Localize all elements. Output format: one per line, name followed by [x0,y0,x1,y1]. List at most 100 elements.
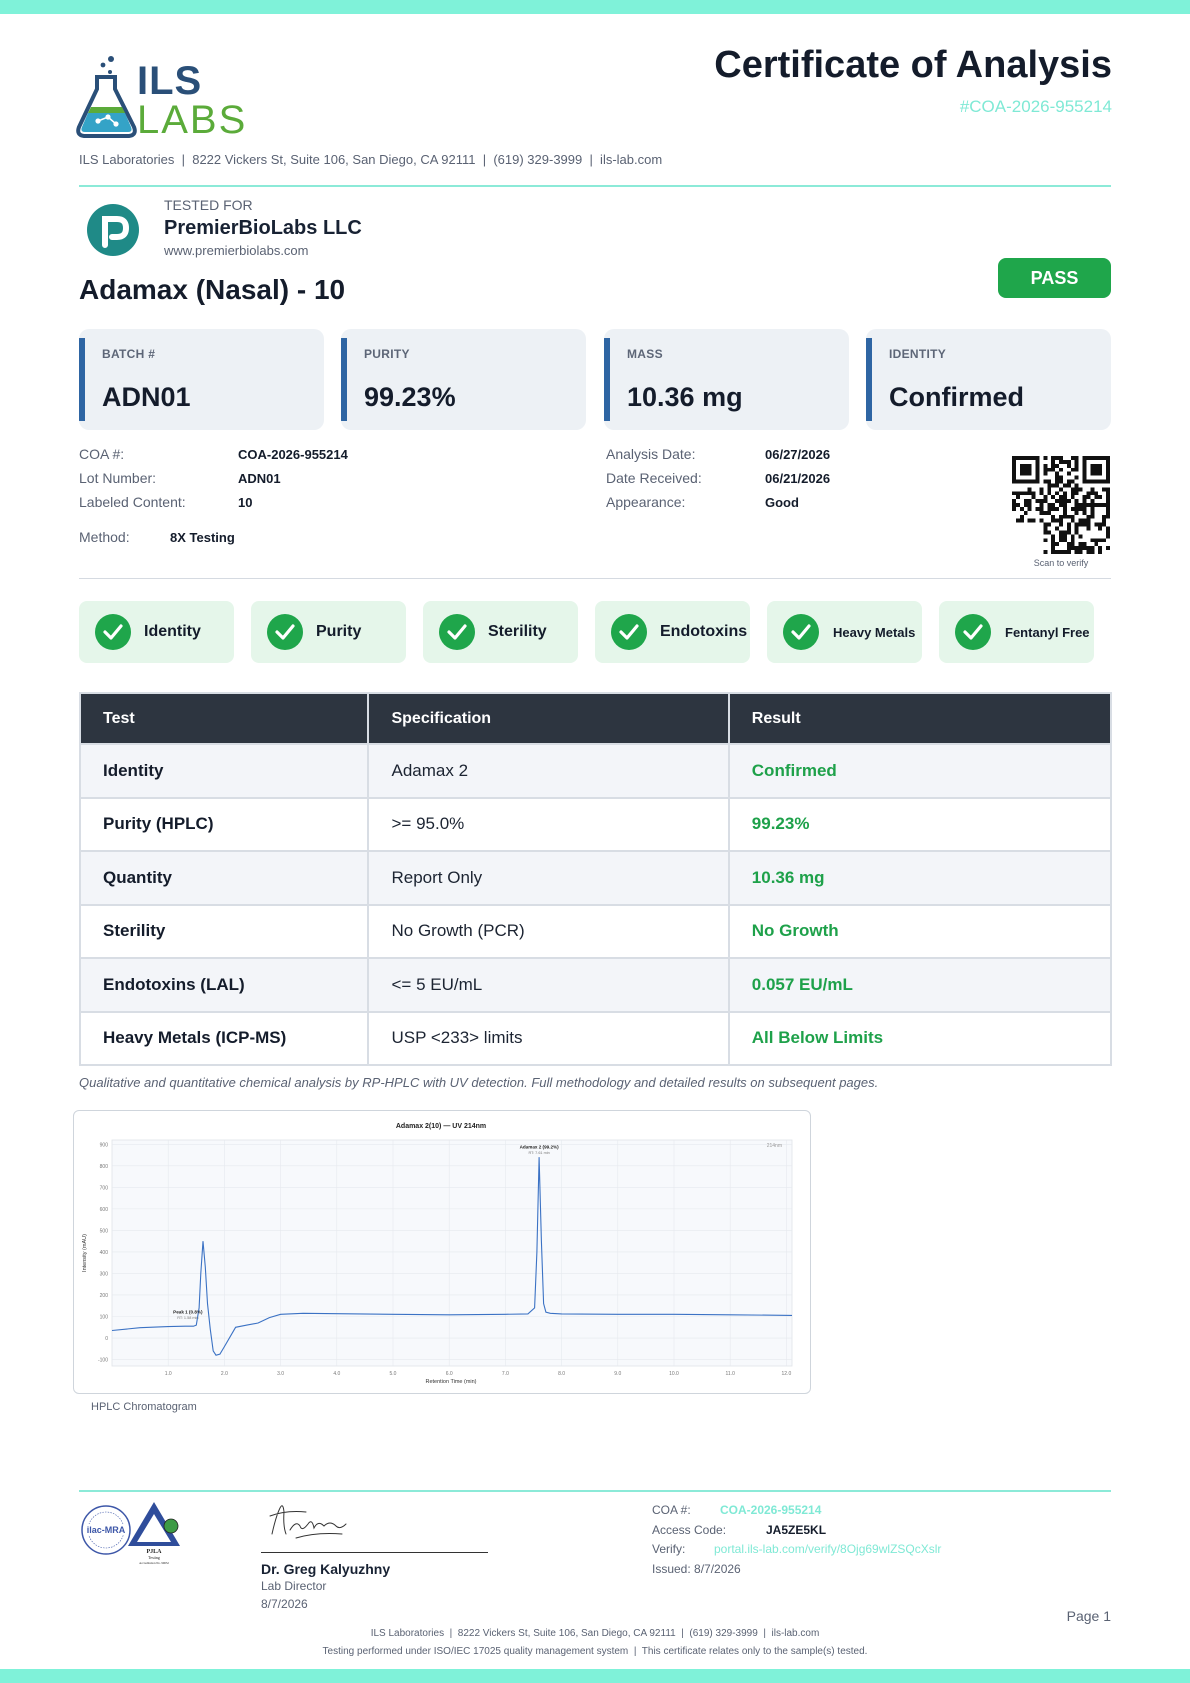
footer-disclaimer-line: Testing performed under ISO/IEC 17025 qu… [322,1646,868,1657]
x-tick-label: 3.0 [277,1371,284,1377]
product-title: Adamax (Nasal) - 10 [79,274,346,305]
client-name: PremierBioLabs LLC [164,217,362,239]
peak-retention-label: RT: 7.61 min [528,1151,549,1155]
stat-card-identity: IDENTITY Confirmed [866,329,1111,430]
handwritten-signature [269,1505,347,1539]
signature-line [261,1552,488,1553]
lot-number-value: ADN01 [238,471,281,486]
ilac-mra-seal-icon: ilac-MRA [81,1505,131,1555]
accreditation-seals: ilac-MRA PJLA Testing Accreditation No. … [80,1500,190,1566]
x-tick-label: 2.0 [221,1371,228,1377]
check-icon [611,614,647,650]
y-tick-label: 900 [100,1142,109,1148]
header-specification: Specification [367,692,730,745]
method-value: 8X Testing [170,530,235,545]
table-row: Sterility No Growth (PCR) No Growth [78,903,1113,959]
pass-status-badge: PASS [998,258,1111,298]
issued-date: Issued: 8/7/2026 [652,1562,741,1576]
coa-number-label: COA #: [79,446,125,462]
x-tick-label: 12.0 [782,1371,792,1377]
table-row: Identity Adamax 2 Confirmed [78,743,1113,799]
check-label: Heavy Metals [833,624,916,640]
result-cell: 10.36 mg [727,850,1113,906]
appearance-value: Good [765,495,799,510]
check-icon [267,614,303,650]
x-tick-label: 8.0 [558,1371,565,1377]
check-chip-heavy-metals: Heavy Metals [767,601,922,663]
x-tick-label: 5.0 [390,1371,397,1377]
spec-cell: Report Only [367,850,730,906]
results-table: Test Specification Result Identity Adama… [78,692,1113,1066]
qr-modules [1012,456,1110,554]
stat-card-mass: MASS 10.36 mg [604,329,849,430]
y-tick-label: -100 [98,1358,108,1364]
stat-label: IDENTITY [889,347,947,361]
y-tick-label: 0 [105,1336,108,1342]
lot-number-label: Lot Number: [79,470,157,486]
stat-card-purity: PURITY 99.23% [341,329,586,430]
header-test: Test [78,692,370,745]
svg-text:ilac-MRA: ilac-MRA [87,1525,126,1535]
result-cell: No Growth [727,903,1113,959]
peak-label: Adamax 2 (99.2%) [520,1145,560,1150]
x-tick-label: 4.0 [333,1371,340,1377]
section-divider [79,578,1111,579]
test-cell: Endotoxins (LAL) [78,957,370,1013]
svg-text:Accreditation No. 99652: Accreditation No. 99652 [139,1561,169,1565]
check-chip-fentanyl-free: Fentanyl Free [939,601,1094,663]
analysis-date-label: Analysis Date: [606,446,696,462]
test-cell: Heavy Metals (ICP-MS) [78,1010,370,1066]
flask-icon [76,56,137,138]
result-cell: 0.057 EU/mL [727,957,1113,1013]
analysis-date-value: 06/27/2026 [765,447,831,462]
card-accent [79,338,85,421]
hplc-chromatogram: Adamax 2(10) — UV 214nm 1.0 2.0 3.0 4.0 5.0 6… [82,1123,793,1385]
footer-divider [79,1490,1111,1492]
stat-label: PURITY [364,347,410,361]
test-cell: Purity (HPLC) [78,796,370,852]
check-chip-identity: Identity [79,601,234,663]
coa-number-tag: #COA-2026-955214 [959,97,1112,116]
check-chip-sterility: Sterility [423,601,578,663]
check-chip-endotoxins: Endotoxins [595,601,750,663]
method-label: Method: [79,529,130,545]
lab-contact-line: ILS Laboratories | 8222 Vickers St, Suit… [79,152,663,167]
result-cell: Confirmed [727,743,1113,799]
table-row: Endotoxins (LAL) <= 5 EU/mL 0.057 EU/mL [78,957,1113,1013]
verify-link[interactable]: portal.ils-lab.com/verify/8Ojg69wlZSQcXs… [714,1542,941,1556]
y-axis-label: Intensity (mAU) [82,1234,88,1272]
spec-cell: No Growth (PCR) [367,903,730,959]
check-icon [439,614,475,650]
check-label: Sterility [488,623,547,640]
result-cell: All Below Limits [727,1010,1113,1066]
spec-cell: Adamax 2 [367,743,730,799]
x-tick-label: 11.0 [725,1371,735,1377]
x-tick-label: 10.0 [669,1371,679,1377]
check-label: Endotoxins [660,623,748,640]
header-result: Result [727,692,1113,745]
access-code-value: JA5ZE5KL [766,1523,827,1537]
peak-label: Peak 1 (0.8%) [173,1309,203,1314]
x-tick-label: 7.0 [502,1371,509,1377]
y-tick-label: 600 [100,1207,109,1213]
table-header-row: Test Specification Result [78,692,1113,745]
tested-for-label: TESTED FOR [164,197,253,213]
check-icon [95,614,131,650]
check-label: Identity [144,623,201,640]
card-accent [341,338,347,421]
appearance-label: Appearance: [606,494,686,510]
pjla-seal-icon: PJLA Testing Accreditation No. 99652 [128,1502,180,1565]
labeled-content-value: 10 [238,495,253,510]
stat-value: Confirmed [889,382,1024,412]
client-url[interactable]: www.premierbiolabs.com [164,243,309,258]
date-received-label: Date Received: [606,470,702,486]
access-code-label: Access Code: [652,1523,727,1537]
y-tick-label: 500 [100,1228,109,1234]
check-label: Purity [316,623,362,640]
plot-area [111,1139,793,1367]
y-tick-label: 400 [100,1250,109,1256]
logo-text-labs: LABS [137,98,248,142]
qr-code[interactable] [1012,456,1110,554]
stat-value: ADN01 [102,382,191,412]
x-tick-label: 6.0 [446,1371,453,1377]
